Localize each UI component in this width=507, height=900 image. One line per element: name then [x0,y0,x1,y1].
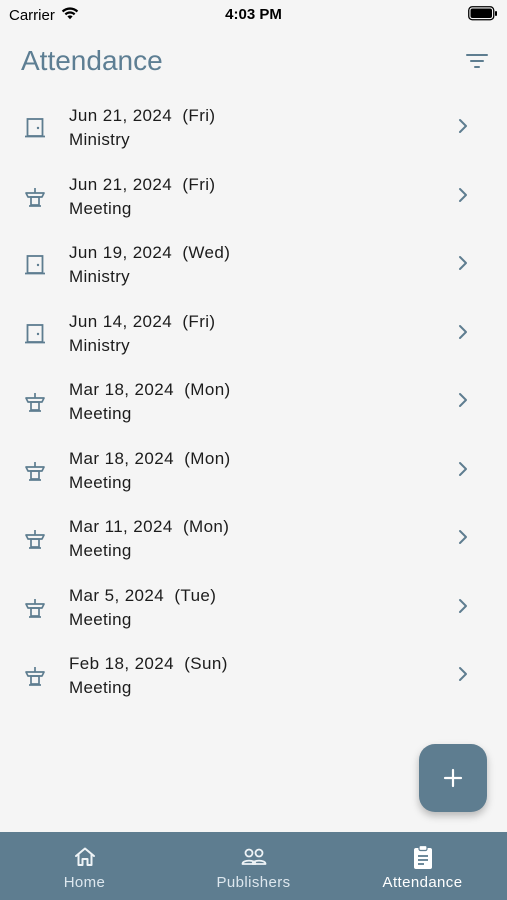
door-icon [22,115,48,141]
row-type: Ministry [69,267,130,286]
row-date: Jun 21, 2024 (Fri) [69,174,216,194]
chevron-right-icon [456,322,470,342]
row-type: Meeting [69,609,132,629]
plus-icon [443,768,463,788]
lectern-icon [22,526,48,552]
row-type: Meeting [69,541,132,560]
status-bar: Carrier 4:03 PM [0,0,507,30]
lectern-icon [22,458,48,484]
row-date: Jun 21, 2024 (Fri) [69,106,216,125]
tab-label: Publishers [216,874,291,891]
row-text: Feb 18, 2024 (Sun) Meeting [69,653,228,701]
list-item[interactable]: Mar 18, 2024 (Mon) Meeting [0,368,507,437]
list-item[interactable]: Jun 19, 2024 (Wed) Ministry [0,231,507,300]
list-item[interactable]: Mar 18, 2024 (Mon) Meeting [0,437,507,506]
row-text: Jun 21, 2024 (Fri) Ministry [69,105,216,153]
list-item[interactable]: Jun 21, 2024 (Fri) Meeting [0,163,507,232]
row-type: Meeting [69,404,132,423]
door-icon [22,252,48,278]
list-item[interactable]: Mar 5, 2024 (Tue) Meeting [0,574,507,643]
row-type: Meeting [69,678,132,697]
row-type: Ministry [69,335,130,355]
lectern-icon [22,595,48,621]
list-item[interactable]: Jun 14, 2024 (Fri) Ministry [0,300,507,369]
row-type: Meeting [69,198,132,218]
battery-icon [468,6,498,25]
tab-publishers[interactable]: Publishers [169,832,338,900]
filter-icon [466,54,488,68]
chevron-right-icon [456,253,470,273]
lectern-icon [22,663,48,689]
row-text: Mar 18, 2024 (Mon) Meeting [69,379,231,427]
row-date: Jun 19, 2024 (Wed) [69,243,231,262]
lectern-icon [22,184,48,210]
row-date: Mar 5, 2024 (Tue) [69,585,217,605]
row-text: Jun 19, 2024 (Wed) Ministry [69,242,230,290]
chevron-right-icon [456,527,470,547]
chevron-right-icon [456,116,470,136]
chevron-right-icon [456,459,470,479]
row-text: Mar 11, 2024 (Mon) Meeting [69,516,229,564]
row-date: Mar 18, 2024 (Mon) [69,448,231,468]
row-type: Meeting [69,472,132,492]
list-item[interactable]: Mar 11, 2024 (Mon) Meeting [0,505,507,574]
chevron-right-icon [456,596,470,616]
chevron-right-icon [456,185,470,205]
chevron-right-icon [456,664,470,684]
row-text: Mar 5, 2024 (Tue) Meeting [69,585,216,633]
chevron-right-icon [456,390,470,410]
row-text: Mar 18, 2024 (Mon) Meeting [69,448,231,496]
row-date: Jun 14, 2024 (Fri) [69,311,216,331]
lectern-icon [22,389,48,415]
row-date: Feb 18, 2024 (Sun) [69,654,228,673]
status-time: 4:03 PM [225,6,282,23]
tab-attendance[interactable]: Attendance [338,832,507,900]
tab-label: Home [63,874,106,891]
list-item[interactable]: Jun 21, 2024 (Fri) Ministry [0,94,507,163]
tab-label: Attendance [382,874,463,891]
row-date: Mar 11, 2024 (Mon) [69,517,230,536]
header: Attendance [21,44,490,78]
clipboard-icon [409,844,437,870]
row-text: Jun 14, 2024 (Fri) Ministry [69,311,216,359]
page-title: Attendance [21,45,163,76]
tab-bar: Home Publishers Attendance [0,832,507,900]
row-text: Jun 21, 2024 (Fri) Meeting [69,174,216,222]
attendance-list: Jun 21, 2024 (Fri) Ministry Jun 21, 2024… [0,94,507,711]
row-date: Mar 18, 2024 (Mon) [69,380,231,399]
home-icon [71,844,99,870]
door-icon [22,321,48,347]
filter-button[interactable] [464,48,490,74]
list-item[interactable]: Feb 18, 2024 (Sun) Meeting [0,642,507,711]
row-type: Ministry [69,130,130,149]
tab-home[interactable]: Home [0,832,169,900]
people-icon [240,844,268,870]
add-attendance-button[interactable] [419,744,487,812]
